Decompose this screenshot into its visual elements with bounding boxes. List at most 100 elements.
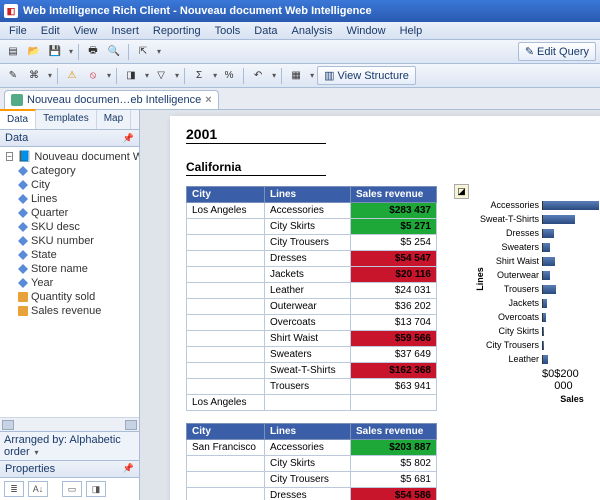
filter-button[interactable]: ▽ (152, 67, 170, 85)
collapse-icon[interactable]: − (6, 152, 13, 161)
chart-bar (543, 271, 550, 280)
table-row[interactable]: San FranciscoAccessories$203 887 (187, 440, 437, 456)
side-tab-templates[interactable]: Templates (36, 110, 97, 129)
stop-icon[interactable]: ⦸ (84, 67, 102, 85)
prop-alpha-button[interactable]: A↓ (28, 481, 48, 497)
menu-reporting[interactable]: Reporting (148, 24, 206, 38)
table-row[interactable]: Sweat-T-Shirts$162 368 (187, 363, 437, 379)
tree-dimension[interactable]: Year (4, 276, 137, 290)
column-header[interactable]: City (187, 424, 265, 440)
chart-bar (543, 327, 544, 336)
table-row[interactable]: Sweaters$37 649 (187, 347, 437, 363)
horizontal-scrollbar[interactable] (0, 417, 139, 431)
tree-dimension[interactable]: SKU number (4, 234, 137, 248)
menu-tools[interactable]: Tools (210, 24, 246, 38)
prop-collapse-button[interactable]: ◨ (86, 481, 106, 497)
edit-query-button[interactable]: ✎ Edit Query (518, 42, 596, 61)
undo-button[interactable]: ↶ (249, 67, 267, 85)
drill-button[interactable]: ◨ (122, 67, 140, 85)
save-dropdown-icon[interactable]: ▾ (69, 47, 73, 56)
chart-bar-row: Accessories (476, 198, 600, 212)
table-row[interactable]: City Trousers$5 254 (187, 235, 437, 251)
table-row[interactable]: Shirt Waist$59 566 (187, 331, 437, 347)
tree-dimension[interactable]: Lines (4, 192, 137, 206)
data-tree[interactable]: − 📘 Nouveau document Web Intellig Catego… (0, 147, 139, 417)
chevron-down-icon[interactable]: ▾ (34, 448, 38, 457)
table-row[interactable]: City Trousers$5 681 (187, 472, 437, 488)
tree-dimension[interactable]: SKU desc (4, 220, 137, 234)
chart-bar (543, 257, 555, 266)
table-row[interactable]: Trousers$63 941 (187, 379, 437, 395)
dimension-icon (18, 250, 28, 260)
print-button[interactable]: 🖶 (84, 43, 102, 61)
chart-bar (543, 215, 575, 224)
chart-bar (543, 243, 550, 252)
menu-window[interactable]: Window (341, 24, 390, 38)
data-table[interactable]: CityLinesSales revenueLos AngelesAccesso… (186, 186, 437, 411)
table-row[interactable]: Dresses$54 547 (187, 251, 437, 267)
side-tab-map[interactable]: Map (97, 110, 131, 129)
pin-icon[interactable]: 📌 (123, 463, 134, 475)
measure-icon (18, 306, 28, 316)
export-dropdown-icon[interactable]: ▾ (157, 47, 161, 56)
chart-bar (543, 341, 544, 350)
column-header[interactable]: Lines (265, 424, 351, 440)
open-button[interactable]: 📂 (25, 43, 43, 61)
new-doc-button[interactable]: ▤ (4, 43, 22, 61)
data-table[interactable]: CityLinesSales revenueSan FranciscoAcces… (186, 423, 437, 500)
page-view-button[interactable]: ▦ (287, 67, 305, 85)
save-button[interactable]: 💾 (46, 43, 64, 61)
side-tab-data[interactable]: Data (0, 109, 36, 129)
column-header[interactable]: Sales revenue (351, 187, 437, 203)
table-row[interactable]: Los AngelesAccessories$283 437 (187, 203, 437, 219)
tree-root-node[interactable]: − 📘 Nouveau document Web Intellig (4, 149, 137, 164)
document-tab[interactable]: Nouveau documen…eb Intelligence × (4, 90, 219, 109)
menu-edit[interactable]: Edit (36, 24, 65, 38)
column-header[interactable]: Sales revenue (351, 424, 437, 440)
menu-data[interactable]: Data (249, 24, 282, 38)
table-row[interactable]: Dresses$54 586 (187, 488, 437, 500)
edit-query-icon: ✎ (525, 45, 534, 58)
tree-dimension[interactable]: Quarter (4, 206, 137, 220)
column-header[interactable]: City (187, 187, 265, 203)
tree-measure[interactable]: Quantity sold (4, 290, 137, 304)
pin-icon[interactable]: 📌 (123, 133, 134, 144)
find-button[interactable]: 🔍 (105, 43, 123, 61)
export-button[interactable]: ⇱ (134, 43, 152, 61)
column-header[interactable]: Lines (265, 187, 351, 203)
table-row[interactable]: Jackets$20 116 (187, 267, 437, 283)
chart-category-label: City Skirts (476, 326, 542, 336)
warning-icon[interactable]: ⚠ (63, 67, 81, 85)
tree-dimension[interactable]: Category (4, 164, 137, 178)
table-row[interactable]: Overcoats$13 704 (187, 315, 437, 331)
tree-dimension[interactable]: Store name (4, 262, 137, 276)
view-structure-button[interactable]: ▥ View Structure (317, 66, 416, 85)
format-button[interactable]: ⌘ (25, 67, 43, 85)
close-icon[interactable]: × (205, 94, 211, 106)
chart-category-label: Leather (476, 354, 542, 364)
menu-insert[interactable]: Insert (106, 24, 144, 38)
sigma-button[interactable]: Σ (190, 67, 208, 85)
tree-dimension[interactable]: State (4, 248, 137, 262)
arranged-by[interactable]: Arranged by: Alphabetic order ▾ (0, 431, 139, 461)
dimension-icon (18, 180, 28, 190)
document-tab-label: Nouveau documen…eb Intelligence (27, 94, 201, 106)
tree-dimension[interactable]: City (4, 178, 137, 192)
prop-categorized-button[interactable]: ≣ (4, 481, 24, 497)
table-row[interactable]: City Skirts$5 271 (187, 219, 437, 235)
menu-view[interactable]: View (69, 24, 103, 38)
table-row[interactable]: Leather$24 031 (187, 283, 437, 299)
menu-file[interactable]: File (4, 24, 32, 38)
measure-icon (18, 292, 28, 302)
chart-legend-icon[interactable]: ◪ (454, 184, 469, 199)
menu-help[interactable]: Help (395, 24, 428, 38)
prop-expand-button[interactable]: ▭ (62, 481, 82, 497)
report-canvas[interactable]: 2001 California CityLinesSales revenueLo… (140, 110, 600, 500)
bar-chart[interactable]: ◪ Lines AccessoriesSweat-T-ShirtsDresses… (472, 198, 600, 404)
menu-analysis[interactable]: Analysis (287, 24, 338, 38)
chart-bar-row: Trousers (476, 282, 600, 296)
edit-button[interactable]: ✎ (4, 67, 22, 85)
table-row[interactable]: City Skirts$5 802 (187, 456, 437, 472)
tree-measure[interactable]: Sales revenue (4, 304, 137, 318)
table-row[interactable]: Outerwear$36 202 (187, 299, 437, 315)
